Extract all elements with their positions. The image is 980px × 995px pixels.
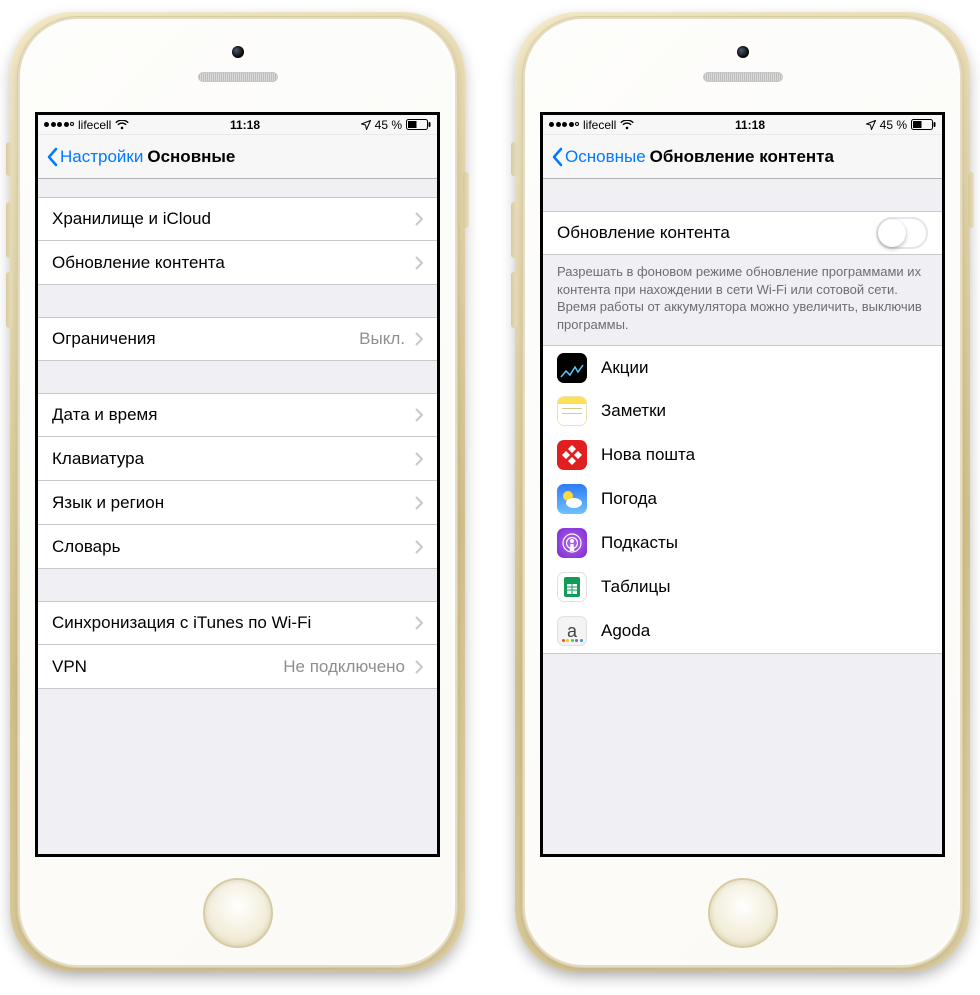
phone-left: lifecell 11:18 45 % Настройки [10, 12, 465, 972]
app-row-agoda[interactable]: a Agoda [543, 609, 942, 653]
row-label: Синхронизация с iTunes по Wi-Fi [52, 613, 407, 633]
row-keyboard[interactable]: Клавиатура [38, 437, 437, 481]
page-title: Основные [147, 147, 235, 167]
app-row-label: Таблицы [601, 577, 928, 597]
toggle-switch[interactable] [876, 217, 928, 249]
app-row-weather[interactable]: Погода [543, 477, 942, 521]
nova-app-icon [557, 440, 587, 470]
row-value: Выкл. [359, 329, 405, 349]
chevron-left-icon [46, 147, 58, 167]
app-row-label: Акции [601, 358, 928, 378]
notes-app-icon [557, 396, 587, 426]
app-row-podcasts[interactable]: Подкасты [543, 521, 942, 565]
chevron-right-icon [415, 616, 423, 630]
nav-bar: Основные Обновление контента [543, 135, 942, 179]
carrier-label: lifecell [583, 118, 616, 132]
chevron-right-icon [415, 212, 423, 226]
chevron-right-icon [415, 408, 423, 422]
app-row-stocks[interactable]: Акции [543, 345, 942, 389]
phone-right: lifecell 11:18 45 % Основные О [515, 12, 970, 972]
chevron-right-icon [415, 256, 423, 270]
weather-app-icon [557, 484, 587, 514]
row-label: Дата и время [52, 405, 407, 425]
chevron-right-icon [415, 496, 423, 510]
app-row-label: Agoda [601, 621, 928, 641]
row-label: VPN [52, 657, 283, 677]
wifi-icon [620, 120, 634, 130]
status-bar: lifecell 11:18 45 % [38, 115, 437, 135]
sheets-app-icon [557, 572, 587, 602]
location-icon [866, 120, 876, 130]
background-refresh-list[interactable]: Обновление контента Разрешать в фоновом … [543, 179, 942, 854]
earpiece-speaker [198, 72, 278, 82]
battery-icon [406, 119, 431, 130]
front-camera [737, 46, 749, 58]
app-row-nova[interactable]: Нова пошта [543, 433, 942, 477]
agoda-app-icon: a [557, 616, 587, 646]
row-label: Обновление контента [52, 253, 407, 273]
app-row-label: Нова пошта [601, 445, 928, 465]
screen-background-refresh: lifecell 11:18 45 % Основные О [540, 112, 945, 857]
app-row-label: Подкасты [601, 533, 928, 553]
row-value: Не подключено [283, 657, 405, 677]
signal-strength-icon [44, 122, 74, 127]
back-label: Настройки [60, 147, 143, 167]
status-time: 11:18 [230, 118, 260, 132]
signal-strength-icon [549, 122, 579, 127]
home-button[interactable] [708, 878, 778, 948]
row-background-refresh[interactable]: Обновление контента [38, 241, 437, 285]
row-itunes-wifi-sync[interactable]: Синхронизация с iTunes по Wi-Fi [38, 601, 437, 645]
row-label: Словарь [52, 537, 407, 557]
carrier-label: lifecell [78, 118, 111, 132]
battery-pct: 45 % [880, 118, 907, 132]
battery-icon [911, 119, 936, 130]
chevron-left-icon [551, 147, 563, 167]
row-label: Хранилище и iCloud [52, 209, 407, 229]
row-date-time[interactable]: Дата и время [38, 393, 437, 437]
chevron-right-icon [415, 660, 423, 674]
back-button[interactable]: Основные [551, 147, 646, 167]
row-dictionary[interactable]: Словарь [38, 525, 437, 569]
chevron-right-icon [415, 540, 423, 554]
row-language-region[interactable]: Язык и регион [38, 481, 437, 525]
wifi-icon [115, 120, 129, 130]
app-row-notes[interactable]: Заметки [543, 389, 942, 433]
section-footer: Разрешать в фоновом режиме обновление пр… [543, 255, 942, 345]
row-master-toggle[interactable]: Обновление контента [543, 211, 942, 255]
settings-list[interactable]: Хранилище и iCloud Обновление контента О… [38, 179, 437, 854]
row-label: Обновление контента [557, 223, 876, 243]
home-button[interactable] [203, 878, 273, 948]
stocks-app-icon [557, 353, 587, 383]
location-icon [361, 120, 371, 130]
row-label: Клавиатура [52, 449, 407, 469]
podcasts-app-icon [557, 528, 587, 558]
battery-pct: 45 % [375, 118, 402, 132]
status-bar: lifecell 11:18 45 % [543, 115, 942, 135]
row-label: Язык и регион [52, 493, 407, 513]
status-time: 11:18 [735, 118, 765, 132]
earpiece-speaker [703, 72, 783, 82]
page-title: Обновление контента [650, 147, 834, 167]
row-restrictions[interactable]: Ограничения Выкл. [38, 317, 437, 361]
app-row-sheets[interactable]: Таблицы [543, 565, 942, 609]
row-storage-icloud[interactable]: Хранилище и iCloud [38, 197, 437, 241]
nav-bar: Настройки Основные [38, 135, 437, 179]
chevron-right-icon [415, 332, 423, 346]
app-row-label: Заметки [601, 401, 928, 421]
app-row-label: Погода [601, 489, 928, 509]
screen-general-settings: lifecell 11:18 45 % Настройки [35, 112, 440, 857]
front-camera [232, 46, 244, 58]
back-label: Основные [565, 147, 646, 167]
chevron-right-icon [415, 452, 423, 466]
back-button[interactable]: Настройки [46, 147, 143, 167]
row-label: Ограничения [52, 329, 359, 349]
row-vpn[interactable]: VPN Не подключено [38, 645, 437, 689]
